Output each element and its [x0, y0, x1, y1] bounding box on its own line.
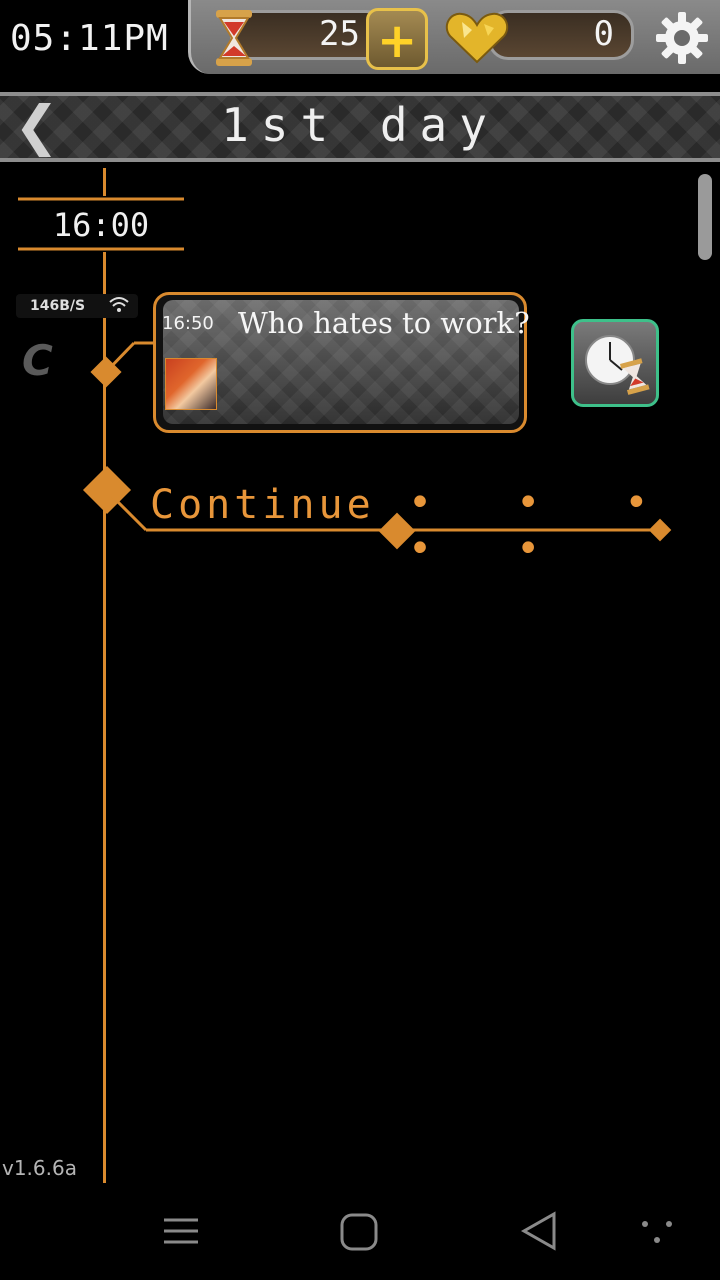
home-icon[interactable]	[340, 1213, 378, 1251]
system-nav-bar	[0, 1184, 720, 1280]
continue-button[interactable]: Continue	[150, 482, 375, 528]
time-travel-button[interactable]	[571, 319, 659, 407]
chatroom-time: 16:50	[162, 313, 214, 334]
version-label: v1.6.6a	[2, 1156, 77, 1180]
menu-icon[interactable]	[164, 1218, 198, 1244]
back-icon[interactable]	[520, 1211, 556, 1251]
clock-hourglass-icon	[585, 335, 650, 395]
more-icon[interactable]	[642, 1221, 672, 1243]
avatar	[165, 358, 217, 410]
chatroom-title: Who hates to work?	[238, 306, 530, 340]
continue-dots: • • • • •	[408, 480, 679, 572]
